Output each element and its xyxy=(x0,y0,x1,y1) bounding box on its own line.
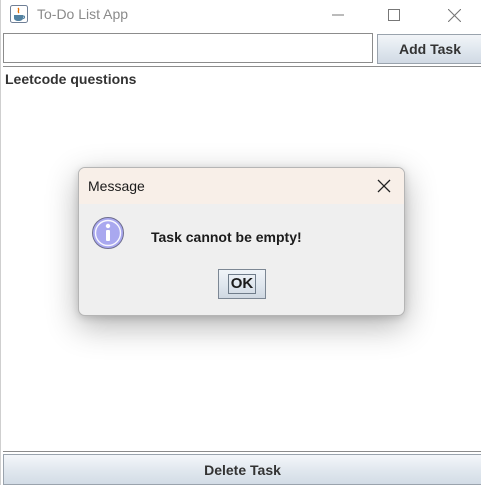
java-app-icon xyxy=(10,5,28,23)
info-icon xyxy=(92,217,124,249)
close-button[interactable] xyxy=(431,0,477,30)
minimize-icon xyxy=(332,14,344,16)
dialog-title: Message xyxy=(88,178,145,194)
list-item[interactable]: Leetcode questions xyxy=(5,71,136,87)
minimize-button[interactable] xyxy=(315,0,361,30)
window-title: To-Do List App xyxy=(37,6,129,22)
dialog-title-bar: Message xyxy=(79,168,404,204)
add-task-button[interactable]: Add Task xyxy=(377,34,481,64)
ok-button[interactable]: OK xyxy=(218,269,266,299)
title-bar: To-Do List App xyxy=(1,0,481,30)
delete-task-button[interactable]: Delete Task xyxy=(3,454,481,485)
message-dialog: Message Task cannot be empty! OK xyxy=(78,167,405,316)
ok-button-label: OK xyxy=(227,274,257,294)
maximize-icon xyxy=(388,9,400,21)
close-icon[interactable] xyxy=(375,177,393,195)
close-icon xyxy=(447,8,461,22)
task-input[interactable] xyxy=(3,33,373,63)
dialog-message: Task cannot be empty! xyxy=(151,229,302,245)
maximize-button[interactable] xyxy=(371,0,417,30)
